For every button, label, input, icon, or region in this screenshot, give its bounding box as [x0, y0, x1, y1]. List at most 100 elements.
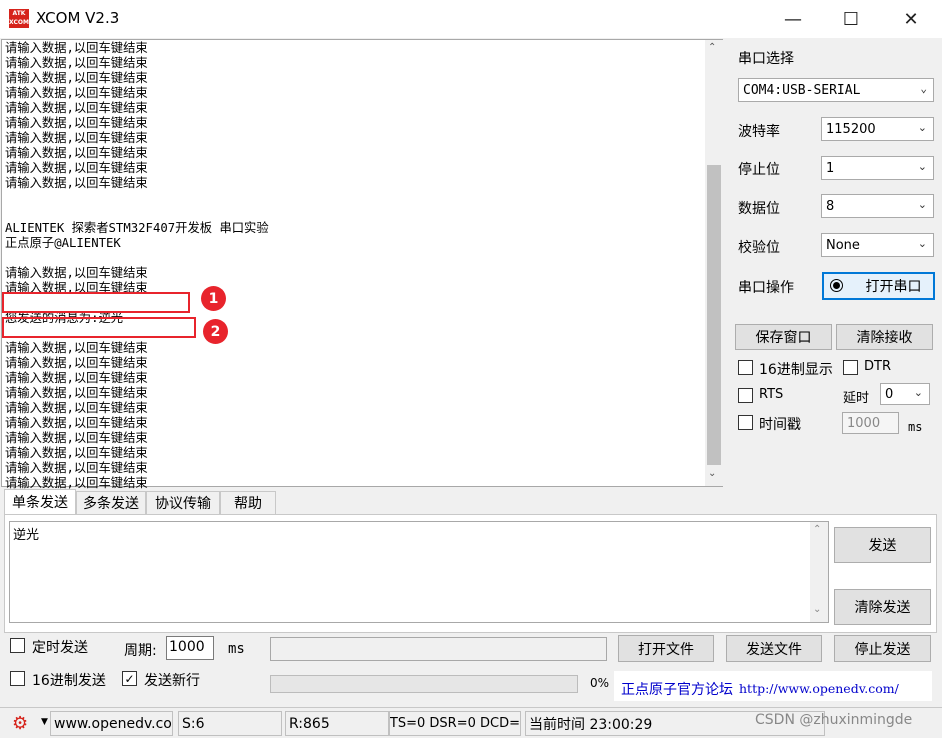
receive-line: 请输入数据,以回车键结束	[5, 41, 148, 55]
receive-line: 请输入数据,以回车键结束	[5, 371, 148, 385]
receive-line: 请输入数据,以回车键结束	[5, 416, 148, 430]
receive-line: 请输入数据,以回车键结束	[5, 131, 148, 145]
receive-text: 请输入数据,以回车键结束 请输入数据,以回车键结束 请输入数据,以回车键结束 请输入数…	[5, 41, 269, 506]
hex-send-checkbox[interactable]	[10, 671, 25, 686]
title-bar: ATK XCOM XCOM V2.3 — ☐ ✕	[0, 0, 942, 38]
tab-multi-send[interactable]: 多条发送	[76, 491, 146, 515]
annotation-badge-1: 1	[201, 286, 226, 311]
timestamp-checkbox[interactable]	[738, 415, 753, 430]
file-path-field[interactable]	[270, 637, 607, 661]
maximize-icon[interactable]: ☐	[828, 0, 874, 38]
receive-line: 请输入数据,以回车键结束	[5, 86, 148, 100]
progress-text: 0%	[590, 676, 610, 690]
clear-receive-button[interactable]: 清除接收	[836, 324, 933, 350]
dropdown-arrow-icon[interactable]: ▼	[41, 717, 48, 727]
rts-label: RTS	[759, 387, 784, 402]
tab-single-send[interactable]: 单条发送	[4, 489, 76, 515]
scrollbar-thumb[interactable]	[707, 165, 721, 465]
send-scrollbar[interactable]: ⌃ ⌄	[810, 522, 828, 622]
receive-line: 请输入数据,以回车键结束	[5, 116, 148, 130]
parity-value: None	[826, 237, 860, 253]
open-file-button[interactable]: 打开文件	[618, 635, 714, 662]
databit-label: 数据位	[738, 201, 780, 217]
receive-area[interactable]: 请输入数据,以回车键结束 请输入数据,以回车键结束 请输入数据,以回车键结束 请输入数…	[1, 39, 723, 505]
hex-display-label: 16进制显示	[759, 362, 833, 378]
receive-line: 请输入数据,以回车键结束	[5, 176, 148, 190]
receive-line: 请输入数据,以回车键结束	[5, 146, 148, 160]
scroll-up-icon[interactable]: ⌃	[813, 524, 821, 535]
timestamp-input[interactable]: 1000	[842, 412, 899, 434]
receive-line	[5, 206, 269, 221]
receive-line: 请输入数据,以回车键结束	[5, 431, 148, 445]
baud-value: 115200	[826, 121, 876, 137]
send-newline-label: 发送新行	[144, 673, 200, 689]
receive-line: 正点原子@ALIENTEK	[5, 236, 121, 250]
forum-label[interactable]: 正点原子官方论坛	[621, 679, 733, 699]
send-input-text: 逆光	[13, 528, 40, 543]
tab-protocol[interactable]: 协议传输	[146, 491, 220, 515]
receive-line: 请输入数据,以回车键结束	[5, 446, 148, 460]
receive-line: 请输入数据,以回车键结束	[5, 161, 148, 175]
period-input[interactable]: 1000	[166, 636, 214, 660]
receive-line: ALIENTEK 探索者STM32F407开发板 串口实验	[5, 221, 269, 235]
delay-value: 0	[885, 386, 894, 402]
receive-line: 请输入数据,以回车键结束	[5, 101, 148, 115]
chevron-down-icon: ⌄	[917, 160, 927, 173]
databit-value: 8	[826, 198, 835, 214]
timestamp-label: 时间戳	[759, 417, 801, 433]
save-window-button[interactable]: 保存窗口	[735, 324, 832, 350]
chevron-down-icon: ⌄	[920, 82, 927, 95]
receive-line: 请输入数据,以回车键结束	[5, 266, 148, 280]
delay-label: 延时	[843, 391, 870, 406]
receive-line: 请输入数据,以回车键结束	[5, 461, 148, 475]
send-input[interactable]: 逆光 ⌃ ⌄	[9, 521, 829, 623]
send-file-button[interactable]: 发送文件	[726, 635, 822, 662]
send-button[interactable]: 发送	[834, 527, 931, 563]
dtr-checkbox[interactable]	[843, 360, 858, 375]
databit-select[interactable]: 8 ⌄	[821, 194, 934, 218]
port-select-label: 串口选择	[738, 51, 794, 67]
clear-send-button[interactable]: 清除发送	[834, 589, 931, 625]
receive-line: 请输入数据,以回车键结束	[5, 71, 148, 85]
open-port-button[interactable]: 打开串口	[822, 272, 935, 300]
highlight-box-1	[2, 292, 190, 313]
port-op-label: 串口操作	[738, 280, 794, 296]
chevron-down-icon: ⌄	[917, 198, 927, 211]
forum-link-area[interactable]: 正点原子官方论坛 http://www.openedv.com/	[614, 671, 932, 701]
delay-select[interactable]: 0 ⌄	[880, 383, 930, 405]
send-newline-checkbox[interactable]: ✓	[122, 671, 137, 686]
status-received-count: R:865	[285, 711, 389, 736]
tab-help[interactable]: 帮助	[220, 491, 276, 515]
parity-label: 校验位	[738, 240, 780, 256]
receive-line	[5, 191, 269, 206]
receive-scrollbar[interactable]: ⌃ ⌄	[705, 40, 723, 486]
minimize-icon[interactable]: —	[770, 0, 816, 38]
scroll-up-icon[interactable]: ⌃	[708, 42, 716, 53]
receive-line: 请输入数据,以回车键结束	[5, 386, 148, 400]
baud-select[interactable]: 115200 ⌄	[821, 117, 934, 141]
scroll-down-icon[interactable]: ⌄	[813, 604, 821, 615]
baud-label: 波特率	[738, 124, 780, 140]
dtr-label: DTR	[864, 359, 891, 374]
hex-display-checkbox[interactable]	[738, 360, 753, 375]
period-label: 周期:	[124, 643, 157, 659]
parity-select[interactable]: None ⌄	[821, 233, 934, 257]
status-signals: CTS=0 DSR=0 DCD=	[389, 711, 521, 736]
timestamp-unit: ms	[908, 420, 923, 434]
forum-url[interactable]: http://www.openedv.com/	[739, 681, 899, 696]
stop-send-button[interactable]: 停止发送	[834, 635, 931, 662]
window-title: XCOM V2.3	[36, 9, 120, 27]
send-progress-bar	[270, 675, 578, 693]
rts-checkbox[interactable]	[738, 388, 753, 403]
scroll-down-icon[interactable]: ⌄	[708, 468, 716, 479]
status-url[interactable]: www.openedv.com	[50, 711, 173, 736]
chevron-down-icon: ⌄	[917, 121, 927, 134]
close-icon[interactable]: ✕	[888, 0, 934, 38]
highlight-box-2	[2, 317, 196, 338]
stopbit-value: 1	[826, 160, 835, 176]
timed-send-checkbox[interactable]	[10, 638, 25, 653]
chevron-down-icon: ⌄	[917, 237, 927, 250]
port-select[interactable]: COM4:USB-SERIAL ⌄	[738, 78, 934, 102]
settings-gear-icon[interactable]: ⚙	[12, 713, 28, 734]
stopbit-select[interactable]: 1 ⌄	[821, 156, 934, 180]
